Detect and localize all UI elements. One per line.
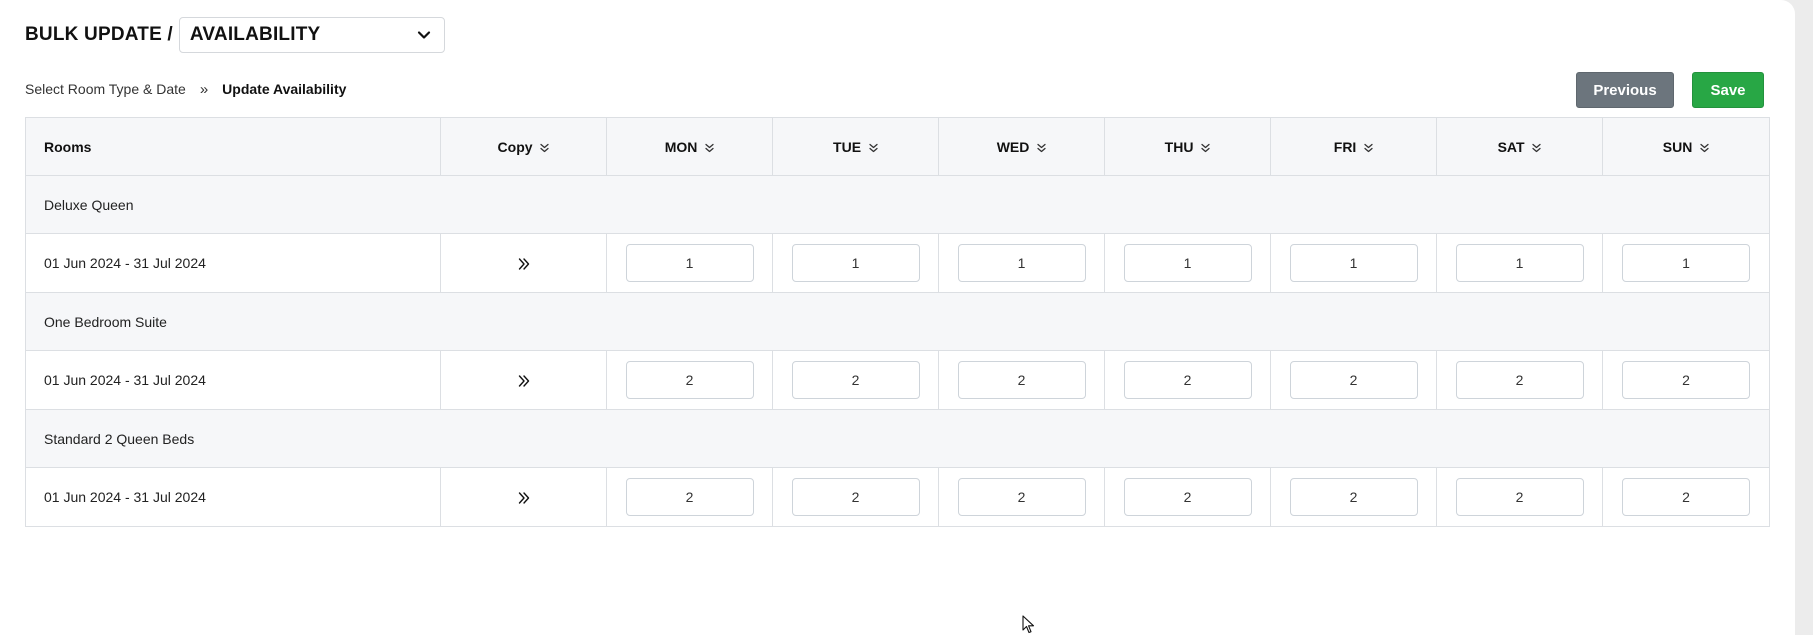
- availability-input-fri[interactable]: [1289, 478, 1418, 516]
- double-chevron-down-icon: [1201, 143, 1210, 152]
- table-header-row: Rooms Copy MON TUE WED THU FRI SAT SUN: [25, 117, 1770, 176]
- column-header-label: TUE: [833, 138, 862, 155]
- availability-input-tue[interactable]: [791, 244, 920, 282]
- column-header-label: SAT: [1497, 138, 1525, 155]
- room-group-row: Standard 2 Queen Beds: [25, 409, 1770, 468]
- update-mode-select-value: AVAILABILITY: [189, 24, 321, 45]
- copy-cell: [440, 467, 607, 527]
- column-header-sat[interactable]: SAT: [1436, 117, 1603, 176]
- column-header-label: Copy: [497, 138, 533, 155]
- availability-input-mon[interactable]: [625, 244, 754, 282]
- copy-cell: [440, 350, 607, 410]
- availability-input-tue[interactable]: [791, 478, 920, 516]
- double-chevron-right-icon[interactable]: [517, 257, 531, 271]
- column-header-label: Rooms: [44, 138, 92, 155]
- availability-input-thu[interactable]: [1123, 361, 1252, 399]
- room-name: Deluxe Queen: [25, 175, 1770, 234]
- table-row: 01 Jun 2024 - 31 Jul 2024: [25, 233, 1770, 293]
- save-button[interactable]: Save: [1692, 72, 1764, 108]
- availability-input-mon[interactable]: [625, 361, 754, 399]
- availability-input-sun[interactable]: [1622, 478, 1750, 516]
- double-chevron-down-icon: [540, 143, 550, 152]
- availability-input-wed[interactable]: [957, 244, 1086, 282]
- double-chevron-right-icon[interactable]: [517, 374, 531, 388]
- column-header-label: THU: [1164, 138, 1194, 155]
- column-header-mon[interactable]: MON: [606, 117, 773, 176]
- room-name: Standard 2 Queen Beds: [25, 409, 1770, 468]
- table-row: 01 Jun 2024 - 31 Jul 2024: [25, 350, 1770, 410]
- update-mode-select[interactable]: AVAILABILITY: [178, 17, 445, 53]
- column-header-wed[interactable]: WED: [938, 117, 1105, 176]
- availability-input-mon[interactable]: [625, 478, 754, 516]
- availability-input-sun[interactable]: [1622, 361, 1750, 399]
- availability-input-sat[interactable]: [1455, 478, 1584, 516]
- double-chevron-down-icon: [705, 143, 714, 152]
- column-header-fri[interactable]: FRI: [1270, 117, 1437, 176]
- availability-input-fri[interactable]: [1289, 361, 1418, 399]
- page-header: BULK UPDATE / AVAILABILITY: [25, 16, 445, 54]
- availability-input-thu[interactable]: [1123, 478, 1252, 516]
- chevron-down-icon: [417, 31, 431, 39]
- availability-input-wed[interactable]: [957, 361, 1086, 399]
- room-group-row: Deluxe Queen: [25, 175, 1770, 234]
- column-header-label: MON: [664, 138, 698, 155]
- room-name: One Bedroom Suite: [25, 292, 1770, 351]
- double-chevron-down-icon: [1532, 143, 1542, 152]
- column-header-sun[interactable]: SUN: [1602, 117, 1770, 176]
- availability-input-tue[interactable]: [791, 361, 920, 399]
- table-row: 01 Jun 2024 - 31 Jul 2024: [25, 467, 1770, 527]
- availability-input-sat[interactable]: [1455, 361, 1584, 399]
- availability-input-thu[interactable]: [1123, 244, 1252, 282]
- availability-input-wed[interactable]: [957, 478, 1086, 516]
- breadcrumb-separator: »: [199, 80, 209, 98]
- page-title: BULK UPDATE /: [25, 24, 173, 45]
- column-header-label: SUN: [1662, 138, 1693, 155]
- column-header-rooms: Rooms: [25, 117, 441, 176]
- column-header-tue[interactable]: TUE: [772, 117, 939, 176]
- double-chevron-down-icon: [1037, 143, 1046, 152]
- column-header-copy[interactable]: Copy: [440, 117, 607, 176]
- double-chevron-down-icon: [869, 143, 878, 152]
- availability-input-sun[interactable]: [1622, 244, 1750, 282]
- availability-table: Rooms Copy MON TUE WED THU FRI SAT SUN D…: [25, 117, 1770, 527]
- breadcrumb-step-select-room[interactable]: Select Room Type & Date: [25, 81, 186, 97]
- date-range: 01 Jun 2024 - 31 Jul 2024: [25, 467, 441, 527]
- mouse-pointer-icon: [1022, 615, 1035, 634]
- double-chevron-down-icon: [1700, 143, 1709, 152]
- breadcrumb-step-update-availability: Update Availability: [222, 81, 347, 97]
- column-header-label: WED: [996, 138, 1030, 155]
- previous-button[interactable]: Previous: [1576, 72, 1674, 108]
- column-header-label: FRI: [1333, 138, 1357, 155]
- availability-input-sat[interactable]: [1455, 244, 1584, 282]
- bulk-update-panel: BULK UPDATE / AVAILABILITY Select Room T…: [0, 0, 1795, 635]
- breadcrumb: Select Room Type & Date » Update Availab…: [25, 78, 346, 100]
- date-range: 01 Jun 2024 - 31 Jul 2024: [25, 350, 441, 410]
- double-chevron-down-icon: [1364, 143, 1373, 152]
- availability-input-fri[interactable]: [1289, 244, 1418, 282]
- date-range: 01 Jun 2024 - 31 Jul 2024: [25, 233, 441, 293]
- column-header-thu[interactable]: THU: [1104, 117, 1271, 176]
- copy-cell: [440, 233, 607, 293]
- room-group-row: One Bedroom Suite: [25, 292, 1770, 351]
- double-chevron-right-icon[interactable]: [517, 491, 531, 505]
